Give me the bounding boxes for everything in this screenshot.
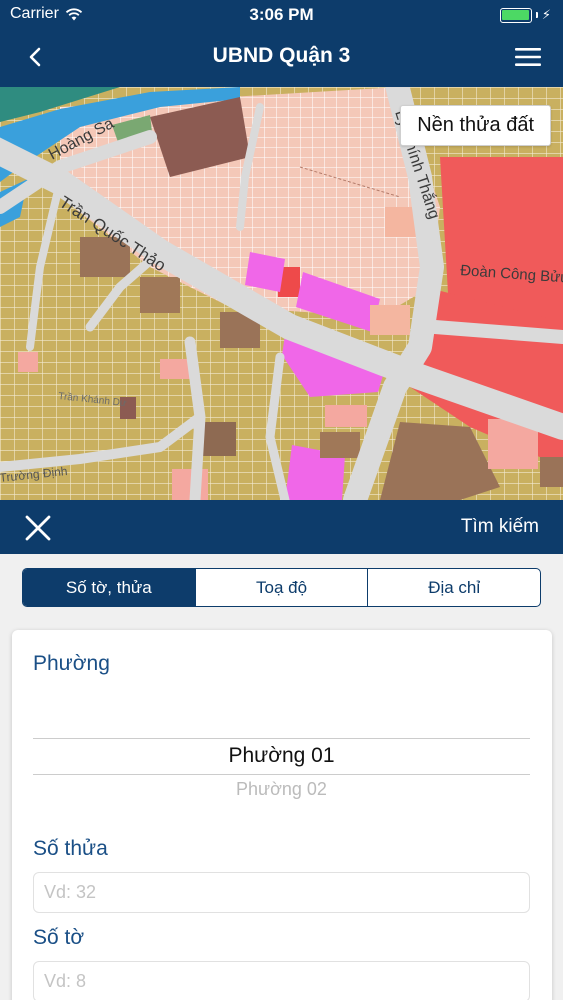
battery-icon <box>499 7 532 23</box>
search-mode-tabs: Số tờ, thửa Toạ độ Địa chỉ <box>22 568 541 607</box>
battery-indicator: ⚡ <box>499 7 551 23</box>
battery-level <box>502 10 530 20</box>
page-title: UBND Quận 3 <box>212 44 351 67</box>
ward-picker-bottom-line <box>33 774 530 775</box>
nav-bar: UBND Quận 3 <box>0 30 563 87</box>
parcel-number-input[interactable] <box>33 872 530 913</box>
hamburger-menu-icon <box>515 48 541 66</box>
search-form-panel: Phường Phường 01 Phường 02 Số thửa Số tờ <box>12 630 552 1000</box>
search-header: Tìm kiếm <box>0 500 563 554</box>
tab-sheet-parcel[interactable]: Số tờ, thửa <box>23 569 196 606</box>
close-icon <box>25 515 51 541</box>
menu-button[interactable] <box>511 42 545 72</box>
brown-block-8 <box>320 432 360 458</box>
search-mode-bar: Số tờ, thửa Toạ độ Địa chỉ <box>0 554 563 620</box>
charging-bolt-icon: ⚡ <box>541 7 551 22</box>
pink-lot-4 <box>160 359 190 379</box>
close-button[interactable] <box>22 512 54 544</box>
public-parcel-1 <box>245 252 285 292</box>
map-canvas[interactable]: Hoàng Sa Trần Quốc Thảo Lý Chính Thắng Đ… <box>0 87 563 500</box>
brown-block-5 <box>200 422 236 456</box>
map-view[interactable]: Hoàng Sa Trần Quốc Thảo Lý Chính Thắng Đ… <box>0 87 563 500</box>
tab-coordinates[interactable]: Toạ độ <box>196 569 369 606</box>
battery-tip <box>535 12 538 18</box>
brown-block-3 <box>140 277 180 313</box>
ward-picker-next-option[interactable]: Phường 02 <box>33 779 530 800</box>
brown-block-9 <box>540 457 563 487</box>
pink-lot-3 <box>325 405 367 427</box>
sheet-number-input[interactable] <box>33 961 530 1000</box>
parcel-number-label: Số thửa <box>33 837 108 860</box>
sheet-number-label: Số tờ <box>33 926 85 949</box>
map-layer-button[interactable]: Nền thửa đất <box>400 105 551 146</box>
pink-lot-7 <box>18 352 38 372</box>
status-time: 3:06 PM <box>249 5 314 24</box>
top-bar: Carrier 3:06 PM ⚡ UBND Quận 3 <box>0 0 563 87</box>
ward-label: Phường <box>33 652 110 675</box>
tab-address[interactable]: Địa chỉ <box>368 569 540 606</box>
ward-picker-selected[interactable]: Phường 01 <box>33 744 530 768</box>
search-button[interactable]: Tìm kiếm <box>461 516 539 538</box>
ward-picker-top-line <box>33 738 530 739</box>
status-bar: Carrier 3:06 PM ⚡ <box>0 0 563 30</box>
pink-lot-2 <box>370 305 410 335</box>
